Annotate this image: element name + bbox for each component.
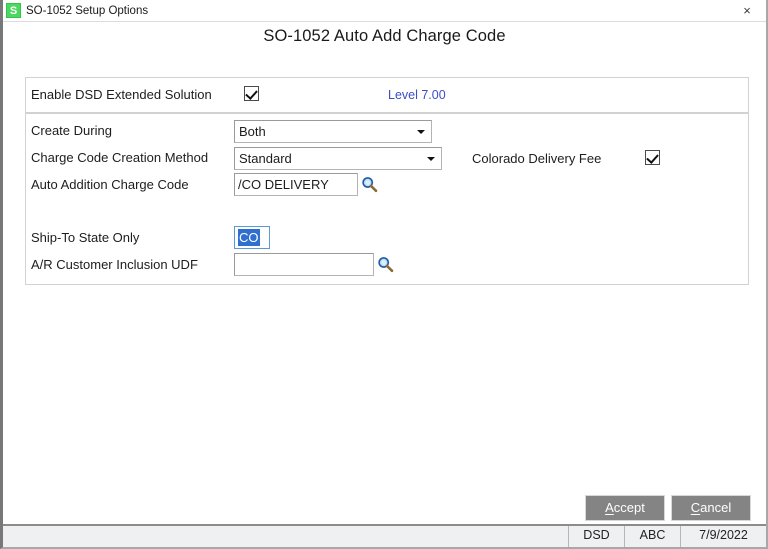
create-during-value: Both [239,124,266,139]
ship-to-state-only-input[interactable]: CO [234,226,270,249]
charge-code-creation-method-value: Standard [239,151,292,166]
title-bar: S SO-1052 Setup Options × [3,0,766,22]
window-title: SO-1052 Setup Options [26,4,149,17]
cancel-button[interactable]: Cancel [671,495,751,521]
status-company-code: DSD [568,526,624,547]
ar-customer-inclusion-udf-input[interactable] [234,253,374,276]
charge-code-creation-method-select[interactable]: Standard [234,147,442,170]
ship-to-state-only-value: CO [238,229,260,246]
magnifier-icon-udf[interactable] [377,256,394,273]
setup-options-window: S SO-1052 Setup Options × SO-1052 Auto A… [0,0,768,549]
chevron-down-icon [427,157,435,161]
create-during-select[interactable]: Both [234,120,432,143]
sage-icon: S [6,3,21,18]
status-bar: DSD ABC 7/9/2022 [3,524,766,547]
ship-to-state-only-label: Ship-To State Only [31,230,140,245]
enable-dsd-extended-solution-label: Enable DSD Extended Solution [31,87,212,102]
chevron-down-icon [417,130,425,134]
ar-customer-inclusion-udf-label: A/R Customer Inclusion UDF [31,257,198,272]
cancel-button-label: ancel [700,500,732,515]
close-icon[interactable]: × [734,0,760,21]
level-label: Level 7.00 [388,88,446,102]
enable-solution-panel: Enable DSD Extended Solution Level 7.00 [25,77,749,113]
status-bar-spacer [3,526,568,547]
create-during-label: Create During [31,123,112,138]
status-company-name: ABC [624,526,680,547]
settings-panel: Create During Both Charge Code Creation … [25,113,749,285]
colorado-delivery-fee-checkbox[interactable] [645,150,660,165]
auto-addition-charge-code-input[interactable]: /CO DELIVERY [234,173,358,196]
accept-button-label: ccept [613,500,645,515]
magnifier-icon-charge-code[interactable] [361,176,378,193]
accept-button[interactable]: Accept [585,495,665,521]
enable-dsd-extended-solution-checkbox[interactable] [244,86,259,101]
status-date: 7/9/2022 [680,526,766,547]
colorado-delivery-fee-label: Colorado Delivery Fee [472,151,602,166]
auto-addition-charge-code-label: Auto Addition Charge Code [31,177,189,192]
charge-code-creation-method-label: Charge Code Creation Method [31,150,209,165]
page-title: SO-1052 Auto Add Charge Code [263,27,506,45]
